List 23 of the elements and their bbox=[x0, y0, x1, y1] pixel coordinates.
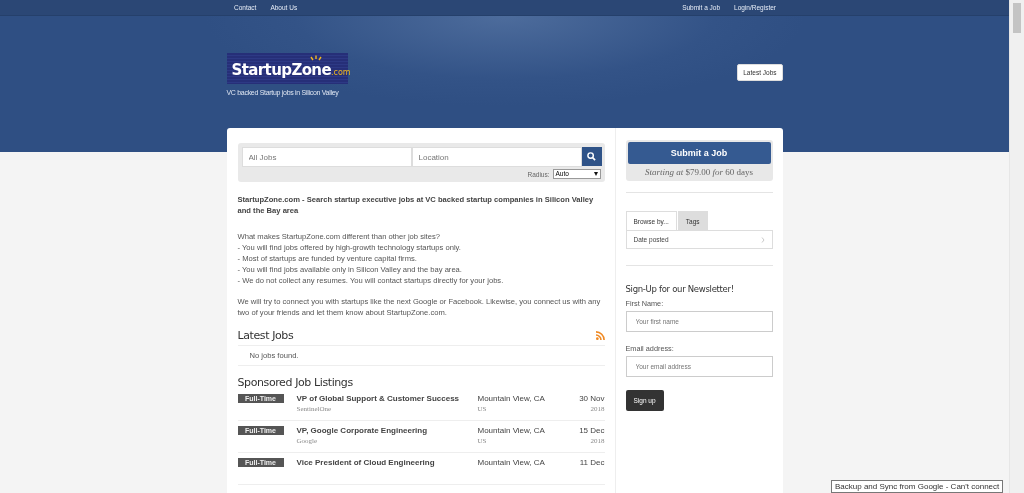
job-location: Mountain View, CA bbox=[477, 426, 544, 435]
rss-icon[interactable] bbox=[595, 331, 605, 340]
job-title-link[interactable]: VP, Google Corporate Engineering bbox=[296, 426, 478, 435]
tooltip: Backup and Sync from Google - Can't connect bbox=[831, 480, 1004, 493]
keyword-field[interactable]: All Jobs bbox=[241, 147, 412, 167]
job-date: 30 Nov bbox=[578, 394, 605, 403]
dropdown-arrow-icon bbox=[593, 172, 598, 176]
job-title-link[interactable]: Vice President of Cloud Engineering bbox=[296, 458, 478, 467]
price-text: Starting at $79.00 for 60 days bbox=[644, 167, 754, 177]
site-logo[interactable]: StartupZone.com bbox=[226, 53, 348, 84]
job-date: 11 Dec bbox=[578, 458, 605, 467]
scrollbar[interactable] bbox=[1009, 0, 1024, 493]
search-icon bbox=[587, 152, 596, 161]
job-date: 15 Dec bbox=[578, 426, 605, 435]
location-field[interactable]: Location bbox=[411, 147, 582, 167]
job-location: Mountain View, CA bbox=[477, 458, 544, 467]
section-heading: Latest Jobs bbox=[237, 329, 294, 342]
chevron-right-icon bbox=[760, 236, 765, 243]
section-heading: Sponsored Job Listings bbox=[237, 376, 354, 389]
submit-job-button[interactable]: Submit a Job bbox=[627, 142, 771, 164]
newsletter-heading: Sign-Up for our Newsletter! bbox=[625, 284, 735, 294]
job-location: Mountain View, CA bbox=[477, 394, 544, 403]
job-title-link[interactable]: VP of Global Support & Customer Success bbox=[296, 394, 478, 403]
